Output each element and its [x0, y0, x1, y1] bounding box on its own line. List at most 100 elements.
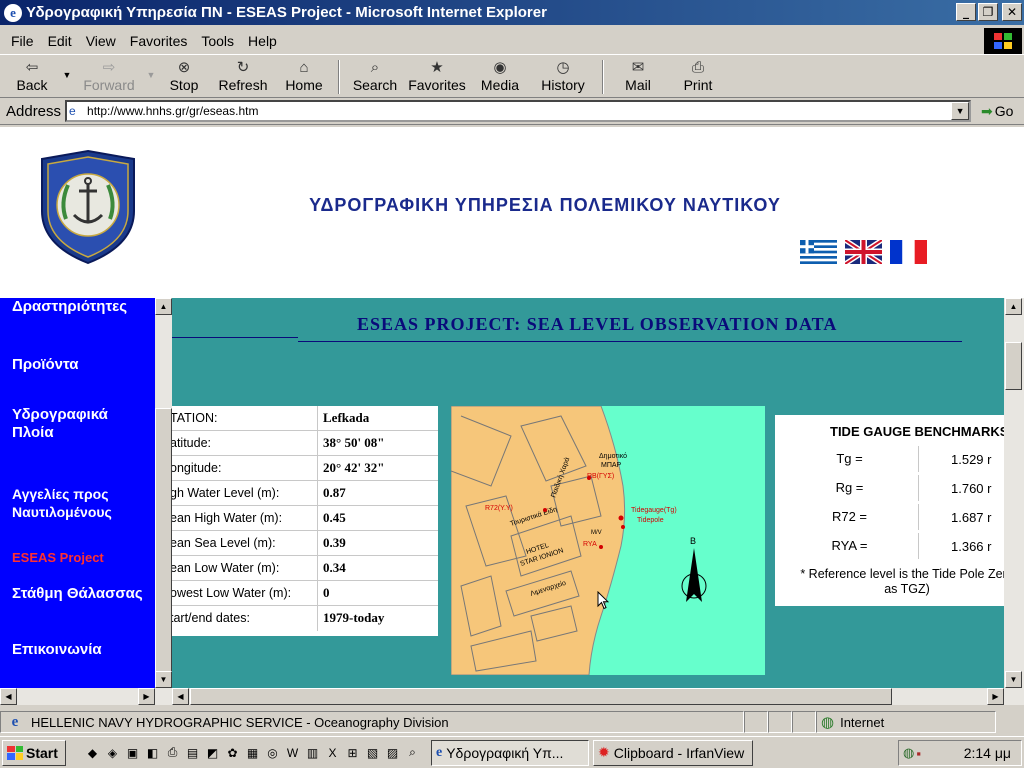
- quick-launch-icon[interactable]: ▤: [184, 744, 201, 761]
- menu-edit[interactable]: Edit: [41, 33, 79, 49]
- scroll-down-button[interactable]: ▼: [1005, 671, 1022, 688]
- address-dropdown-button[interactable]: ▼: [951, 102, 970, 120]
- refresh-button[interactable]: ↻ Refresh: [210, 56, 276, 96]
- quick-launch-icon[interactable]: ▦: [244, 744, 261, 761]
- quick-launch-icon[interactable]: ▧: [364, 744, 381, 761]
- home-button[interactable]: ⌂ Home: [276, 56, 332, 96]
- quick-launch-icon[interactable]: ◧: [144, 744, 161, 761]
- main-scroll-thumb[interactable]: [190, 688, 892, 705]
- refresh-icon: ↻: [236, 59, 250, 76]
- window-title: Υδρογραφική Υπηρεσία ΠΝ - ESEAS Project …: [26, 4, 547, 21]
- quick-launch-icon[interactable]: ◎: [264, 744, 281, 761]
- menu-help[interactable]: Help: [241, 33, 284, 49]
- status-pane: [744, 711, 768, 733]
- start-button[interactable]: Start: [2, 739, 66, 766]
- quick-launch-icon[interactable]: ✿: [224, 744, 241, 761]
- favorites-button[interactable]: ★ Favorites: [404, 56, 470, 96]
- stop-button[interactable]: ⊗ Stop: [158, 56, 210, 96]
- main-scroll-left-button[interactable]: ◀: [172, 688, 189, 705]
- taskbar-irfanview-button[interactable]: ✹ Clipboard - IrfanView: [593, 739, 753, 766]
- menu-tools[interactable]: Tools: [194, 33, 241, 49]
- close-button[interactable]: ✕: [1002, 3, 1022, 21]
- tide-benchmarks-panel: TIDE GAUGE BENCHMARKS Tg = 1.529 r Rg = 1.…: [775, 415, 1024, 606]
- nav-item-eseas[interactable]: ESEAS Project: [12, 549, 104, 567]
- print-icon: ⎙: [691, 59, 704, 76]
- quick-launch-icon[interactable]: ◆: [84, 744, 101, 761]
- media-icon: ◉: [493, 59, 507, 76]
- quick-launch-icon[interactable]: W: [284, 744, 301, 761]
- window-title-bar[interactable]: e Υδρογραφική Υπηρεσία ΠΝ - ESEAS Projec…: [0, 0, 1024, 25]
- print-button[interactable]: ⎙ Print: [666, 56, 730, 96]
- quick-launch-icon[interactable]: ▥: [304, 744, 321, 761]
- quick-launch-icon[interactable]: X: [324, 744, 341, 761]
- scroll-down-button[interactable]: ▼: [155, 671, 172, 688]
- table-row: ean High Water (m): 0.45: [172, 506, 438, 531]
- tray-icon[interactable]: ▪: [916, 746, 921, 761]
- mail-button[interactable]: ✉ Mail: [610, 56, 666, 96]
- scroll-thumb[interactable]: [1005, 342, 1022, 390]
- irfanview-icon: ✹: [598, 744, 610, 760]
- map-label-bar: ΜΠΑΡ: [601, 462, 622, 469]
- tray-icon[interactable]: ◍: [903, 745, 914, 761]
- forward-arrow-icon: ⇨: [102, 59, 116, 76]
- map-label-r72: R72(Y.Y): [485, 505, 513, 512]
- nav-item-notices[interactable]: Αγγελίες προς Ναυτιλομένους: [12, 485, 132, 521]
- quick-launch-icon[interactable]: ⎙: [164, 744, 181, 761]
- taskbar-ie-button[interactable]: e Υδρογραφική Υπ...: [431, 739, 589, 766]
- station-data-table: TATION: Lefkada atitude: 38° 50' 08" ongit…: [172, 406, 438, 636]
- table-row: RYA = 1.366 r: [781, 532, 1024, 560]
- ie-icon: e: [4, 3, 22, 22]
- minimize-button[interactable]: _: [956, 3, 976, 21]
- clock: 2:14 μμ: [963, 745, 1011, 761]
- forward-button[interactable]: ⇨ Forward: [74, 56, 144, 96]
- address-input[interactable]: e http://www.hnhs.gr/gr/eseas.htm ▼: [65, 100, 972, 122]
- map-label-mv: M/V: [591, 530, 602, 536]
- ie-icon: e: [436, 744, 443, 760]
- menu-favorites[interactable]: Favorites: [123, 33, 195, 49]
- uk-flag-icon[interactable]: [843, 237, 884, 267]
- back-button[interactable]: ⇦ Back: [4, 56, 60, 96]
- nav-item-products[interactable]: Προϊόντα: [12, 356, 78, 374]
- history-button[interactable]: ◷ History: [530, 56, 596, 96]
- scroll-thumb[interactable]: [155, 408, 172, 683]
- status-text: HELLENIC NAVY HYDROGRAPHIC SERVICE - Oce…: [31, 714, 449, 730]
- nav-item-sea-level[interactable]: Στάθμη Θάλασσας: [12, 585, 143, 603]
- quick-launch-icon[interactable]: ⊞: [344, 744, 361, 761]
- scroll-up-button[interactable]: ▲: [155, 298, 172, 315]
- menu-view[interactable]: View: [79, 33, 123, 49]
- system-tray: ◍ ▪ 2:14 μμ: [898, 740, 1022, 766]
- main-scroll-right-button[interactable]: ▶: [987, 688, 1004, 705]
- status-pane: [768, 711, 792, 733]
- scroll-up-button[interactable]: ▲: [1005, 298, 1022, 315]
- quick-launch-icon[interactable]: ▣: [124, 744, 141, 761]
- menu-file[interactable]: File: [4, 33, 41, 49]
- back-dropdown[interactable]: ▼: [60, 56, 74, 80]
- zone-pane: ◍ Internet: [816, 711, 996, 733]
- main-vertical-scrollbar[interactable]: ▲ ▼: [1004, 298, 1024, 688]
- address-url[interactable]: http://www.hnhs.gr/gr/eseas.htm: [87, 104, 258, 118]
- quick-launch-icon[interactable]: ◈: [104, 744, 121, 761]
- go-button[interactable]: ➡ Go: [981, 103, 1013, 120]
- status-pane: [792, 711, 816, 733]
- greek-flag-icon[interactable]: [800, 240, 837, 264]
- table-row: Rg = 1.760 r: [781, 474, 1024, 502]
- map-label-tidepole: Tidepole: [637, 517, 664, 524]
- search-button[interactable]: ⌕ Search: [346, 56, 404, 96]
- quick-launch-icon[interactable]: ◩: [204, 744, 221, 761]
- restore-button[interactable]: ❐: [978, 3, 998, 21]
- nav-vertical-scrollbar[interactable]: ▲ ▼: [155, 298, 172, 688]
- nav-scroll-left-button[interactable]: ◀: [0, 688, 17, 705]
- taskbar: Start ◆ ◈ ▣ ◧ ⎙ ▤ ◩ ✿ ▦ ◎ W ▥ X ⊞ ▧ ▨ ⌕ …: [0, 736, 1024, 768]
- french-flag-icon[interactable]: [890, 240, 927, 264]
- browser-content: ΥΔΡΟΓΡΑΦΙΚΗ ΥΠΗΡΕΣΙΑ ΠΟΛΕΜΙΚΟΥ ΝΑΥΤΙΚΟΥ: [0, 127, 1024, 705]
- quick-launch-icon[interactable]: ▨: [384, 744, 401, 761]
- quick-launch-icon[interactable]: ⌕: [404, 744, 421, 761]
- nav-scroll-right-button[interactable]: ▶: [138, 688, 155, 705]
- nav-item-ships[interactable]: Υδρογραφικά Πλοία: [12, 406, 132, 442]
- windows-logo-icon: [7, 745, 23, 760]
- media-button[interactable]: ◉ Media: [470, 56, 530, 96]
- forward-dropdown[interactable]: ▼: [144, 56, 158, 80]
- map-label-tidegauge: Tidegauge(Tg): [631, 507, 677, 514]
- nav-item-contact[interactable]: Επικοινωνία: [12, 641, 102, 659]
- nav-item-activities[interactable]: Δραστηριότητες: [12, 298, 127, 316]
